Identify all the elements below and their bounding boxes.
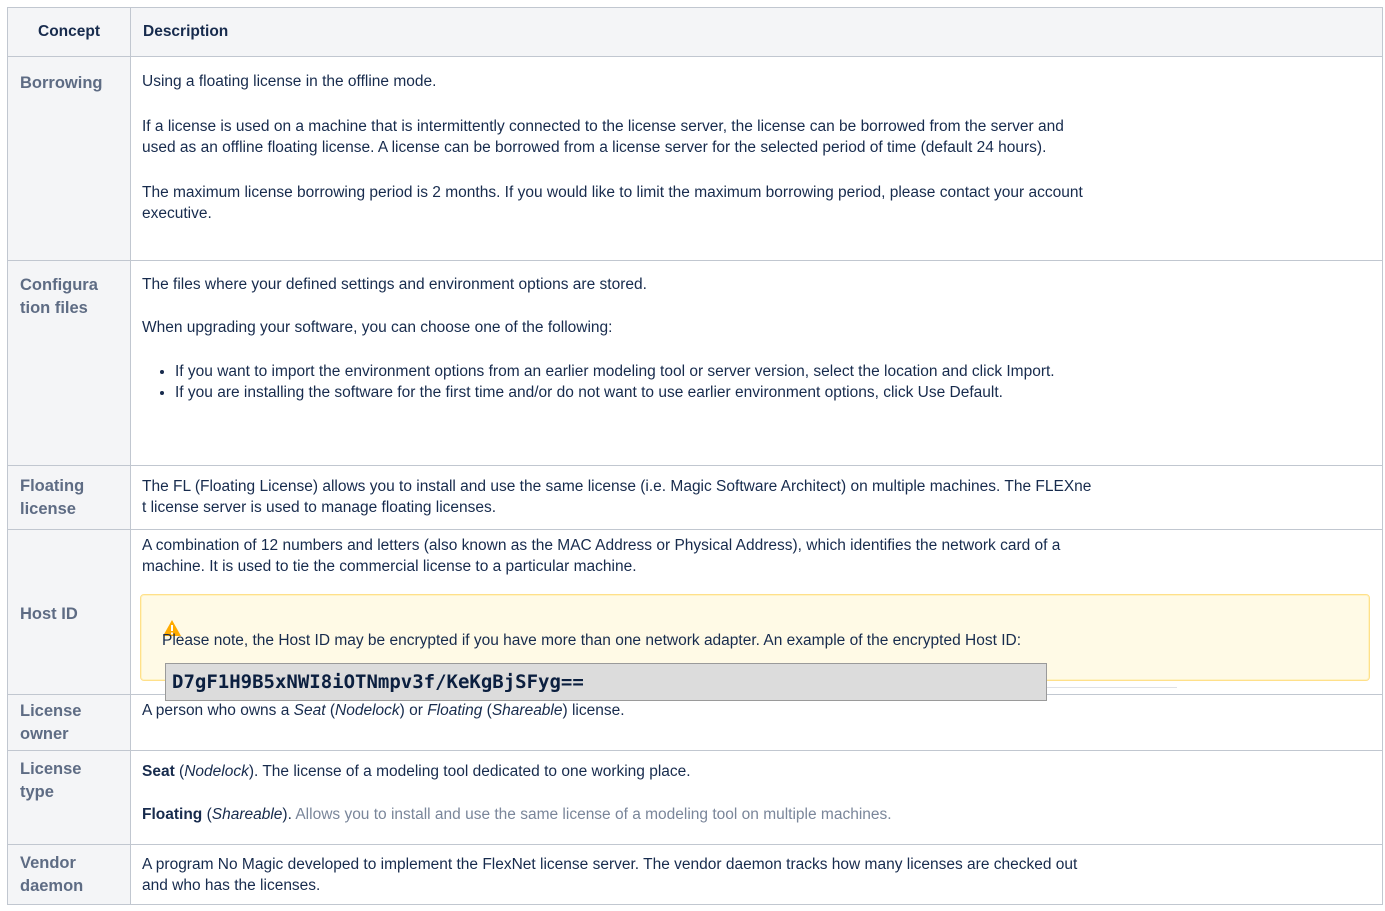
- paragraph: A program No Magic developed to implemen…: [142, 854, 1370, 896]
- text-italic: Shareable: [491, 702, 563, 719]
- text-italic: Seat: [293, 702, 326, 719]
- table-row: Floating license The FL (Floating License…: [7, 465, 1383, 530]
- text-italic: Nodelock: [335, 702, 400, 719]
- text: The files where your defined settings an…: [142, 276, 647, 293]
- concept-label: License: [20, 702, 82, 720]
- concept-label: Host ID: [20, 604, 78, 623]
- text: ).: [282, 806, 296, 823]
- concepts-table: Concept Description Borrowing Using a fl…: [7, 7, 1383, 905]
- text: used as an offline floating license. A l…: [142, 139, 1047, 156]
- description-configuration-files: The files where your defined settings an…: [130, 260, 1383, 466]
- text-italic: Nodelock: [184, 763, 249, 780]
- paragraph: The files where your defined settings an…: [142, 274, 1370, 295]
- list-item: If you are installing the software for t…: [175, 382, 1370, 403]
- concept-borrowing: Borrowing: [7, 56, 131, 261]
- description-borrowing: Using a floating license in the offline …: [130, 56, 1383, 261]
- text-bold: Floating: [142, 806, 203, 823]
- table-row: License type Seat (Nodelock). The license…: [7, 750, 1383, 845]
- text: (: [325, 702, 336, 719]
- description-vendor-daemon: A program No Magic developed to implemen…: [130, 844, 1383, 905]
- text-italic: Shareable: [211, 806, 283, 823]
- text: (: [174, 763, 185, 780]
- table-row: Borrowing Using a floating license in th…: [7, 56, 1383, 261]
- paragraph: Using a floating license in the offline …: [142, 71, 1370, 92]
- text: If a license is used on a machine that i…: [142, 118, 1064, 135]
- encrypted-host-id-image: D7gF1H9B5xNWI8iOTNmpv3f/KeKgBjSFyg==: [165, 663, 1047, 701]
- concept-label: type: [20, 783, 54, 801]
- concept-label: License: [20, 760, 82, 778]
- paragraph: The maximum license borrowing period is …: [142, 182, 1370, 224]
- concept-license-owner: License owner: [7, 694, 131, 751]
- paragraph: A combination of 12 numbers and letters …: [142, 535, 1370, 577]
- text: Using a floating license in the offline …: [142, 73, 437, 90]
- concept-host-id: Host ID: [7, 529, 131, 695]
- text: machine. It is used to tie the commercia…: [142, 558, 637, 575]
- text-bold: Seat: [142, 763, 175, 780]
- text: and who has the licenses.: [142, 877, 321, 894]
- text: A program No Magic developed to implemen…: [142, 856, 1078, 873]
- concept-vendor-daemon: Vendor daemon: [7, 844, 131, 905]
- concept-label: tion files: [20, 299, 88, 317]
- table-header-row: Concept Description: [7, 7, 1383, 57]
- description-license-type: Seat (Nodelock). The license of a modeli…: [130, 750, 1383, 845]
- text: t license server is used to manage float…: [142, 499, 497, 516]
- paragraph: Floating (Shareable). Allows you to inst…: [142, 804, 1370, 825]
- paragraph: Seat (Nodelock). The license of a modeli…: [142, 761, 1370, 782]
- table-row: Vendor daemon A program No Magic develope…: [7, 844, 1383, 905]
- text: (: [482, 702, 492, 719]
- text: ) license.: [562, 702, 625, 719]
- text: The FL (Floating License) allows you to …: [142, 478, 1092, 495]
- text: A person who owns a: [142, 702, 294, 719]
- concept-label: owner: [20, 725, 69, 743]
- concept-label: daemon: [20, 877, 84, 895]
- header-description: Description: [130, 7, 1383, 57]
- list-item: If you want to import the environment op…: [175, 361, 1370, 382]
- text: A combination of 12 numbers and letters …: [142, 537, 1061, 554]
- concept-floating-license: Floating license: [7, 465, 131, 530]
- text: (: [202, 806, 212, 823]
- text: executive.: [142, 205, 212, 222]
- concept-label: Configura: [20, 276, 98, 294]
- concept-label: Floating: [20, 477, 85, 495]
- note-text: Please note, the Host ID may be encrypte…: [162, 632, 1022, 649]
- description-license-owner: A person who owns a Seat (Nodelock) or F…: [130, 694, 1383, 751]
- paragraph: The FL (Floating License) allows you to …: [142, 476, 1370, 518]
- concept-label: license: [20, 500, 76, 518]
- concept-label: Vendor: [20, 854, 76, 872]
- text: The maximum license borrowing period is …: [142, 184, 1083, 201]
- text: When upgrading your software, you can ch…: [142, 319, 613, 336]
- description-floating-license: The FL (Floating License) allows you to …: [130, 465, 1383, 530]
- bullet-list: If you want to import the environment op…: [142, 361, 1370, 403]
- concept-configuration-files: Configura tion files: [7, 260, 131, 466]
- table-row: License owner A person who owns a Seat (N…: [7, 694, 1383, 751]
- divider: [1047, 687, 1177, 688]
- paragraph: If a license is used on a machine that i…: [142, 116, 1370, 158]
- concept-label: Borrowing: [20, 74, 103, 92]
- text: Allows you to install and use the same l…: [295, 806, 892, 823]
- text-italic: Floating: [427, 702, 483, 719]
- table-row: Configura tion files The files where your…: [7, 260, 1383, 466]
- concept-license-type: License type: [7, 750, 131, 845]
- paragraph: A person who owns a Seat (Nodelock) or F…: [142, 700, 1370, 721]
- paragraph: When upgrading your software, you can ch…: [142, 317, 1370, 338]
- header-concept: Concept: [7, 7, 131, 57]
- text: ). The license of a modeling tool dedica…: [248, 763, 691, 780]
- text: ) or: [399, 702, 428, 719]
